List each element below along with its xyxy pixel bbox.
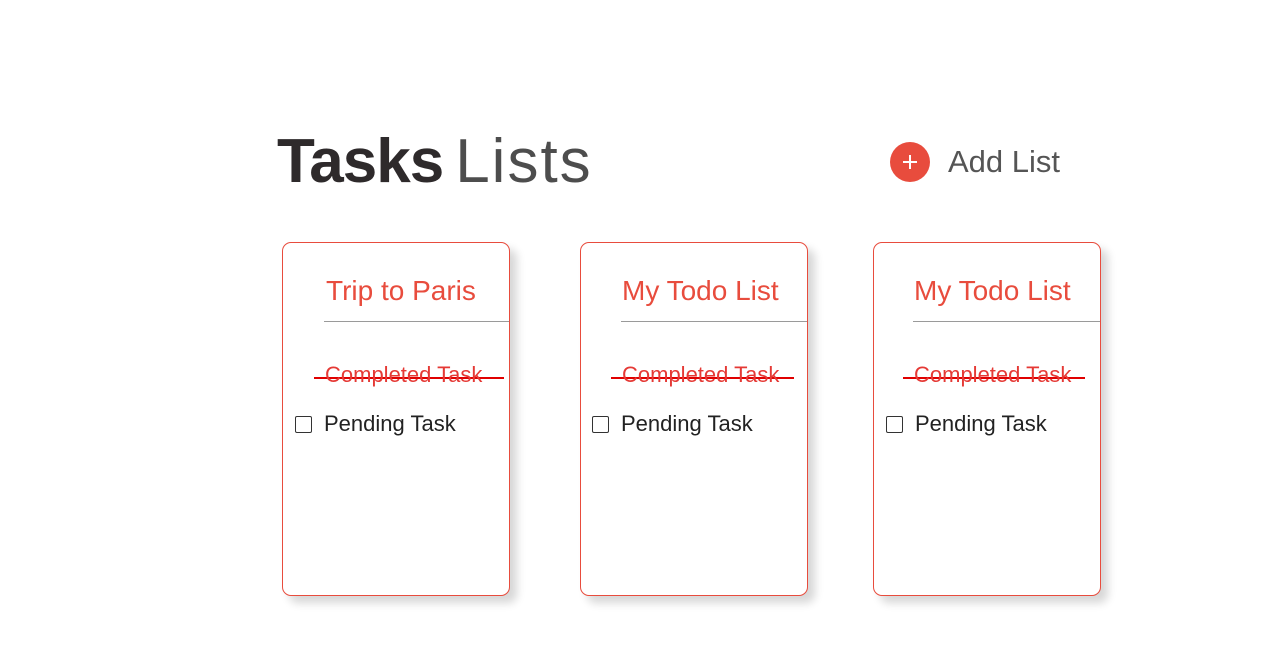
plus-icon[interactable] [890, 142, 930, 182]
pending-task-label: Pending Task [621, 411, 753, 436]
task-checkbox[interactable] [295, 415, 312, 433]
list-card: My Todo List Completed Task Pending Task [580, 242, 808, 596]
list-title-divider [621, 321, 807, 322]
task-checkbox[interactable] [886, 415, 903, 433]
list-title[interactable]: Trip to Paris [326, 275, 476, 307]
page-title: Tasks Lists [277, 124, 593, 200]
list-title-divider [324, 321, 509, 322]
pending-task[interactable]: Pending Task [886, 411, 1047, 437]
completed-task-label: Completed Task [325, 362, 483, 387]
pending-task-label: Pending Task [915, 411, 1047, 436]
pending-task-label: Pending Task [324, 411, 456, 436]
pending-task[interactable]: Pending Task [592, 411, 753, 437]
completed-task-label: Completed Task [914, 362, 1072, 387]
completed-task-label: Completed Task [622, 362, 780, 387]
tasks-lists-page: Tasks Lists Add List Trip to Paris Comple… [0, 0, 1286, 667]
list-title[interactable]: My Todo List [622, 275, 779, 307]
page-title-bold: Tasks [277, 127, 444, 196]
completed-task[interactable]: Completed Task [611, 362, 794, 388]
page-title-light: Lists [455, 127, 593, 196]
list-card: Trip to Paris Completed Task Pending Tas… [282, 242, 510, 596]
add-list-button[interactable]: Add List [890, 142, 1060, 182]
add-list-label[interactable]: Add List [948, 144, 1060, 180]
list-title[interactable]: My Todo List [914, 275, 1071, 307]
completed-task[interactable]: Completed Task [903, 362, 1085, 388]
list-title-divider [913, 321, 1100, 322]
completed-task[interactable]: Completed Task [314, 362, 504, 388]
list-card: My Todo List Completed Task Pending Task [873, 242, 1101, 596]
task-checkbox[interactable] [592, 415, 609, 433]
pending-task[interactable]: Pending Task [295, 411, 456, 437]
